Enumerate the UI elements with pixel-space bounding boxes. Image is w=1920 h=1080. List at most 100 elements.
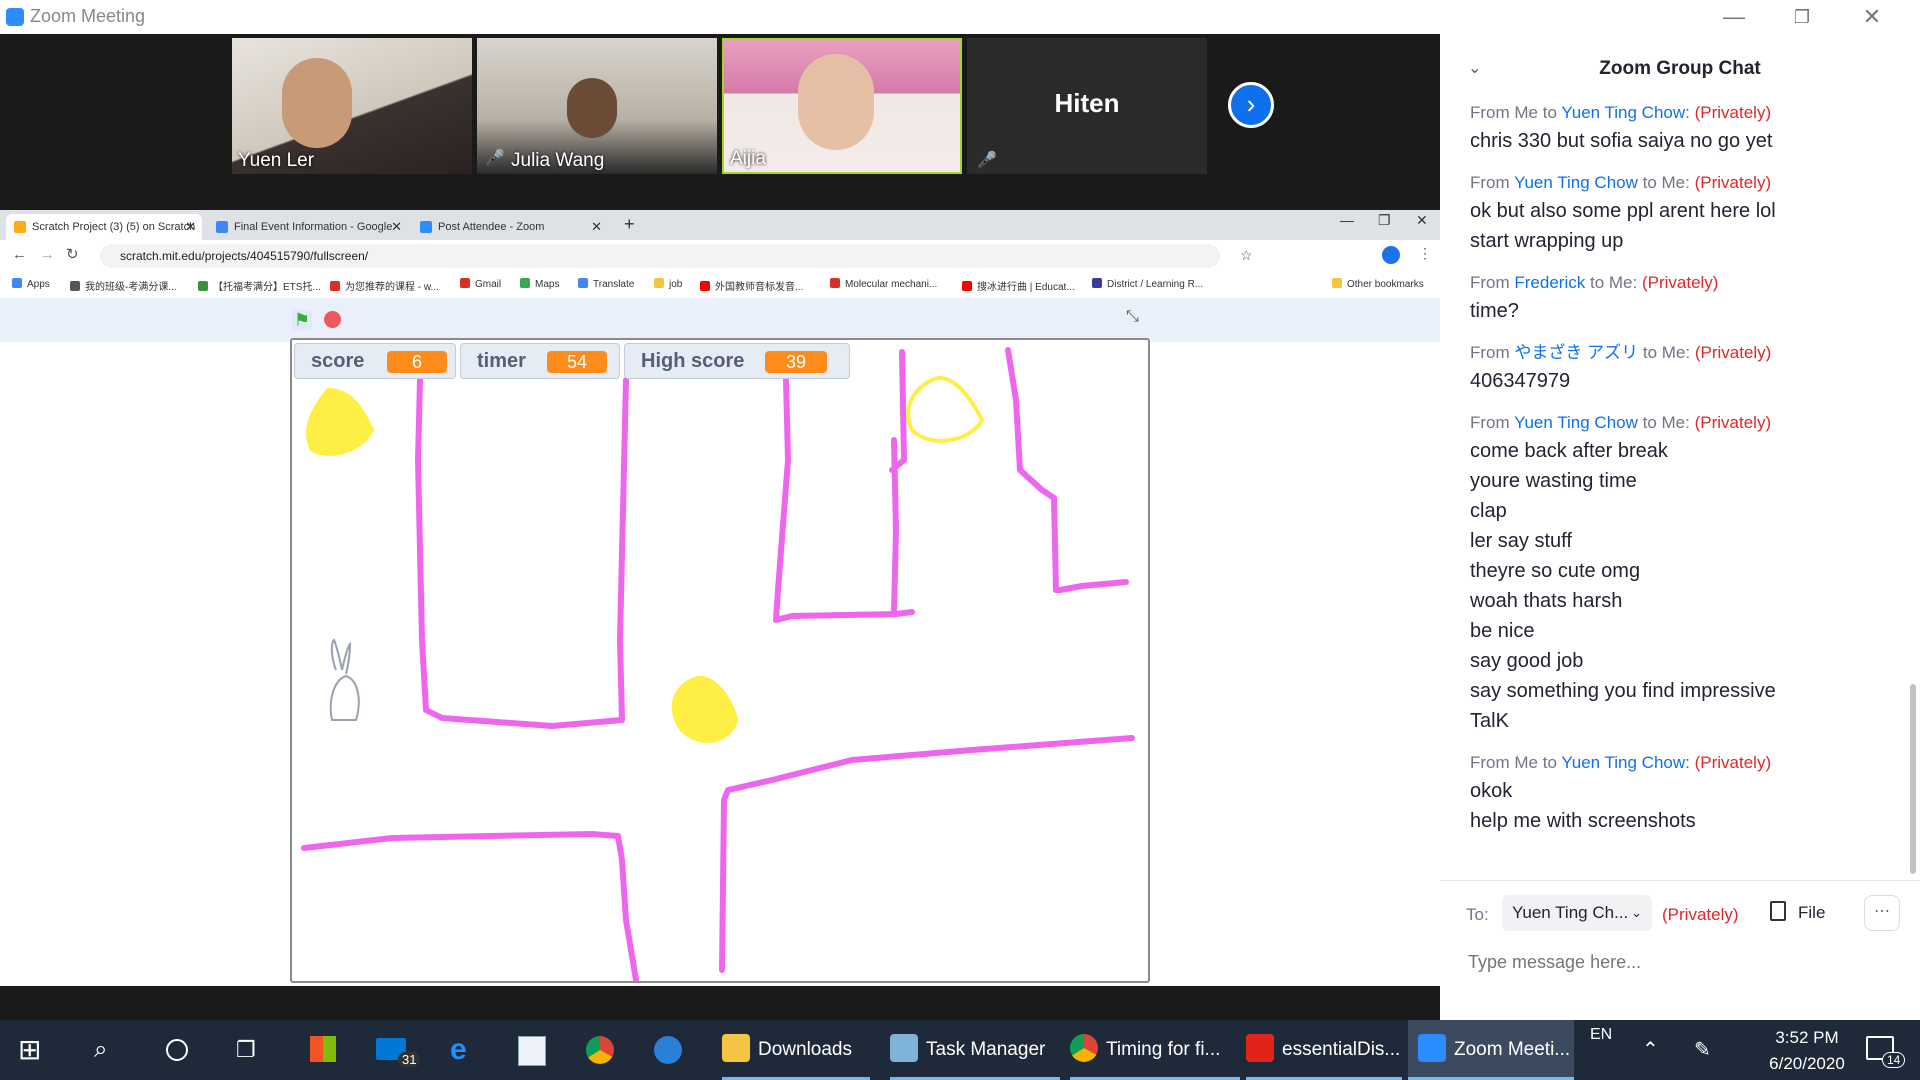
file-button[interactable]: File	[1770, 895, 1825, 931]
bell-sprite	[306, 387, 375, 456]
private-tag: (Privately)	[1694, 753, 1772, 772]
close-icon[interactable]: ✕	[1842, 0, 1902, 34]
video-tile[interactable]: 🎤 Julia Wang	[477, 38, 717, 174]
bookmark[interactable]: 【托福考满分】ETS托...	[198, 278, 321, 293]
message-input[interactable]	[1466, 951, 1890, 974]
green-flag-icon[interactable]: ⚑	[292, 310, 312, 330]
chat-messages: From Me to Yuen Ting Chow: (Privately) ch…	[1470, 100, 1880, 850]
participant-face	[282, 58, 352, 148]
next-page-arrow-icon[interactable]: ›	[1228, 82, 1274, 128]
mail-icon[interactable]: 31	[376, 1020, 421, 1080]
recipient-name: Me:	[1661, 173, 1690, 192]
word-doc-icon[interactable]	[518, 1020, 550, 1080]
tab-scratch[interactable]: Scratch Project (3) (5) on Scratch ✕	[6, 214, 202, 240]
more-options-button[interactable]: ⋯	[1864, 895, 1900, 931]
recipient-select[interactable]: Yuen Ting Ch... ⌄	[1502, 895, 1652, 931]
chat-message: From Yuen Ting Chow to Me: (Privately) co…	[1470, 410, 1880, 736]
notification-icon[interactable]: 14	[1866, 1020, 1906, 1080]
participant-name: Hiten	[1054, 88, 1120, 118]
browser-minimize-icon[interactable]: —	[1340, 212, 1354, 228]
mic-muted-icon: 🎤	[485, 150, 505, 167]
new-tab-button[interactable]: +	[624, 214, 635, 235]
to-label: To:	[1466, 905, 1489, 924]
star-icon[interactable]: ☆	[1240, 247, 1253, 264]
bookmarks-bar: Apps 我的班级-考满分课... 【托福考满分】ETS托... 为您推荐的课程…	[0, 272, 1440, 299]
taskbar-app-zoom[interactable]: Zoom Meeti...	[1408, 1020, 1574, 1080]
video-tile-active-speaker[interactable]: Aijia	[722, 38, 962, 174]
tab-close-icon[interactable]: ✕	[591, 214, 602, 240]
maze-wall	[1005, 347, 1129, 593]
private-tag: (Privately)	[1694, 173, 1772, 192]
scratch-stage[interactable]: score 6 timer 54 High score 39	[290, 338, 1150, 983]
clock[interactable]: 3:52 PM 6/20/2020	[1752, 1020, 1862, 1080]
tab-close-icon[interactable]: ✕	[391, 214, 402, 240]
bookmark[interactable]: District / Learning R...	[1092, 278, 1203, 290]
taskbar-app-chrome[interactable]: Timing for fi...	[1070, 1020, 1240, 1080]
search-icon[interactable]: ⌕	[94, 1020, 124, 1080]
scratch-controls-bar: ⚑ ⤡	[0, 298, 1440, 342]
private-tag: (Privately)	[1694, 343, 1772, 362]
url-field[interactable]: scratch.mit.edu/projects/404515790/fulls…	[100, 244, 1220, 268]
browser-close-icon[interactable]: ✕	[1416, 212, 1428, 229]
bookmark-folder[interactable]: job	[654, 278, 682, 290]
minimize-icon[interactable]: —	[1704, 0, 1764, 34]
taskbar-app-pdf[interactable]: essentialDis...	[1246, 1020, 1402, 1080]
taskbar-app-task-manager[interactable]: Task Manager	[890, 1020, 1060, 1080]
timer-monitor: timer 54	[460, 343, 620, 379]
restore-icon[interactable]: ❐	[1772, 0, 1832, 34]
mail-badge: 31	[398, 1052, 421, 1067]
taskbar-app-label: Timing for fi...	[1106, 1039, 1221, 1060]
zoom-meeting-bottom	[0, 986, 1440, 1020]
url-text: scratch.mit.edu/projects/404515790/fulls…	[120, 249, 369, 263]
file-icon	[1770, 901, 1786, 921]
chat-scrollbar[interactable]	[1910, 684, 1916, 874]
bookmark[interactable]: 外国教师音标发音...	[700, 278, 803, 293]
profile-avatar[interactable]	[1382, 246, 1400, 264]
bookmark[interactable]: Molecular mechani...	[830, 278, 937, 290]
reload-icon[interactable]: ↻	[66, 245, 79, 263]
window-title: Zoom Meeting	[30, 6, 146, 26]
message-text: help me with screenshots	[1470, 810, 1696, 832]
back-icon[interactable]: ←	[12, 246, 27, 263]
private-tag: (Privately)	[1694, 413, 1772, 432]
sender-name: やまざき アズリ	[1514, 343, 1639, 362]
sender-name: Me	[1514, 103, 1539, 122]
task-view-icon[interactable]: ❐	[236, 1020, 266, 1080]
recipient-name: Yuen Ting Chow:	[1561, 103, 1690, 122]
browser-restore-icon[interactable]: ❐	[1378, 212, 1391, 229]
edge-icon[interactable]: e	[450, 1020, 482, 1080]
chrome-icon[interactable]	[586, 1020, 618, 1080]
video-tile[interactable]: Yuen Ler	[232, 38, 472, 174]
cortana-icon[interactable]	[166, 1020, 196, 1080]
chevron-up-icon[interactable]: ⌃	[1642, 1020, 1659, 1080]
bookmark-apps[interactable]: Apps	[12, 278, 50, 290]
tab-zoom[interactable]: Post Attendee - Zoom ✕	[412, 214, 608, 240]
bookmark-translate[interactable]: Translate	[578, 278, 634, 290]
bookmark[interactable]: 搜冰进行曲 | Educat...	[962, 278, 1075, 293]
video-tile[interactable]: Hiten 🎤	[967, 38, 1207, 174]
pen-icon[interactable]: ✎	[1694, 1020, 1711, 1080]
timer-label: timer	[477, 350, 526, 372]
recipient-name: Me:	[1608, 273, 1638, 292]
thunderbird-icon[interactable]	[654, 1020, 686, 1080]
bookmark-other[interactable]: Other bookmarks	[1332, 278, 1424, 290]
taskbar-app-label: Task Manager	[926, 1039, 1046, 1060]
input-language[interactable]: EN	[1590, 1026, 1612, 1044]
pen-drawing	[301, 347, 1135, 981]
tab-google-doc[interactable]: Final Event Information - Google ✕	[208, 214, 408, 240]
private-label: (Privately)	[1662, 905, 1739, 924]
bookmark-maps[interactable]: Maps	[520, 278, 559, 290]
store-icon[interactable]	[310, 1020, 342, 1080]
exit-fullscreen-icon[interactable]: ⤡	[1126, 308, 1139, 326]
start-icon[interactable]: ⊞	[18, 1020, 52, 1080]
bookmark[interactable]: 我的班级-考满分课...	[70, 278, 177, 293]
taskbar-app-downloads[interactable]: Downloads	[722, 1020, 870, 1080]
bookmark-gmail[interactable]: Gmail	[460, 278, 501, 290]
bell-sprite	[671, 676, 739, 743]
bookmark[interactable]: 为您推荐的课程 - w...	[330, 278, 439, 293]
stop-sign-icon[interactable]	[324, 311, 341, 328]
tab-close-icon[interactable]: ✕	[185, 214, 196, 240]
forward-icon[interactable]: →	[40, 246, 55, 263]
message-header: From Me to Yuen Ting Chow: (Privately)	[1470, 103, 1772, 122]
menu-icon[interactable]: ⋮	[1418, 245, 1432, 262]
